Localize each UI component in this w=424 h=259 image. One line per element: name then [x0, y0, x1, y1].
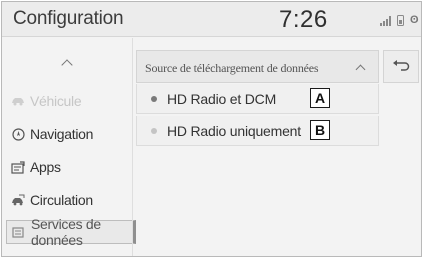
sidebar-item-apps[interactable]: Apps	[11, 155, 61, 179]
traffic-icon	[11, 194, 25, 207]
signal-icon	[380, 16, 391, 26]
chevron-up-icon	[61, 59, 73, 71]
status-bar: Configuration 7:26 ʘ	[2, 2, 421, 37]
radio-selected-indicator	[151, 96, 157, 102]
section-title: Source de téléchargement de données	[145, 61, 319, 75]
sidebar-divider	[132, 38, 133, 256]
sidebar-item-label: Apps	[30, 159, 61, 175]
sidebar-item-navigation[interactable]: Navigation	[11, 122, 93, 146]
callout-label-b: B	[310, 120, 330, 140]
option-hd-radio-uniquement[interactable]: HD Radio uniquement B	[136, 116, 379, 146]
head-unit-screen: Configuration 7:26 ʘ Véhicule Navigation	[1, 1, 422, 257]
chevron-up-icon	[355, 64, 365, 74]
option-hd-radio-et-dcm[interactable]: HD Radio et DCM A	[136, 84, 379, 114]
settings-sidebar: Véhicule Navigation Apps Circulation Ser	[2, 38, 136, 256]
callout-label-a: A	[310, 88, 330, 108]
sidebar-item-label: Véhicule	[30, 93, 82, 109]
data-services-icon	[12, 226, 26, 239]
section-header[interactable]: Source de téléchargement de données	[136, 50, 379, 83]
back-button[interactable]	[383, 50, 419, 83]
sidebar-item-circulation[interactable]: Circulation	[11, 188, 93, 212]
sidebar-item-label: Circulation	[30, 192, 93, 208]
sidebar-item-label: Navigation	[30, 126, 94, 142]
status-icons: ʘ	[380, 14, 419, 26]
phone-battery-icon	[397, 15, 404, 26]
sidebar-scroll-up-button[interactable]	[2, 52, 132, 74]
clock: 7:26	[279, 6, 328, 33]
back-arrow-icon	[392, 58, 410, 76]
radio-unselected-indicator	[151, 128, 157, 134]
option-label: HD Radio uniquement	[167, 123, 301, 139]
option-label: HD Radio et DCM	[167, 91, 277, 107]
sidebar-item-services-de-donnees[interactable]: Services de données	[6, 216, 136, 248]
compass-icon	[11, 127, 25, 141]
sidebar-item-vehicule[interactable]: Véhicule	[11, 89, 82, 113]
settings-panel: Source de téléchargement de données HD R…	[136, 50, 419, 153]
screen-title: Configuration	[13, 8, 124, 29]
bluetooth-icon: ʘ	[410, 14, 419, 26]
sidebar-item-label: Services de données	[31, 216, 101, 248]
apps-icon	[11, 160, 25, 174]
collapse-section-button[interactable]	[347, 55, 373, 79]
car-icon	[11, 95, 25, 108]
